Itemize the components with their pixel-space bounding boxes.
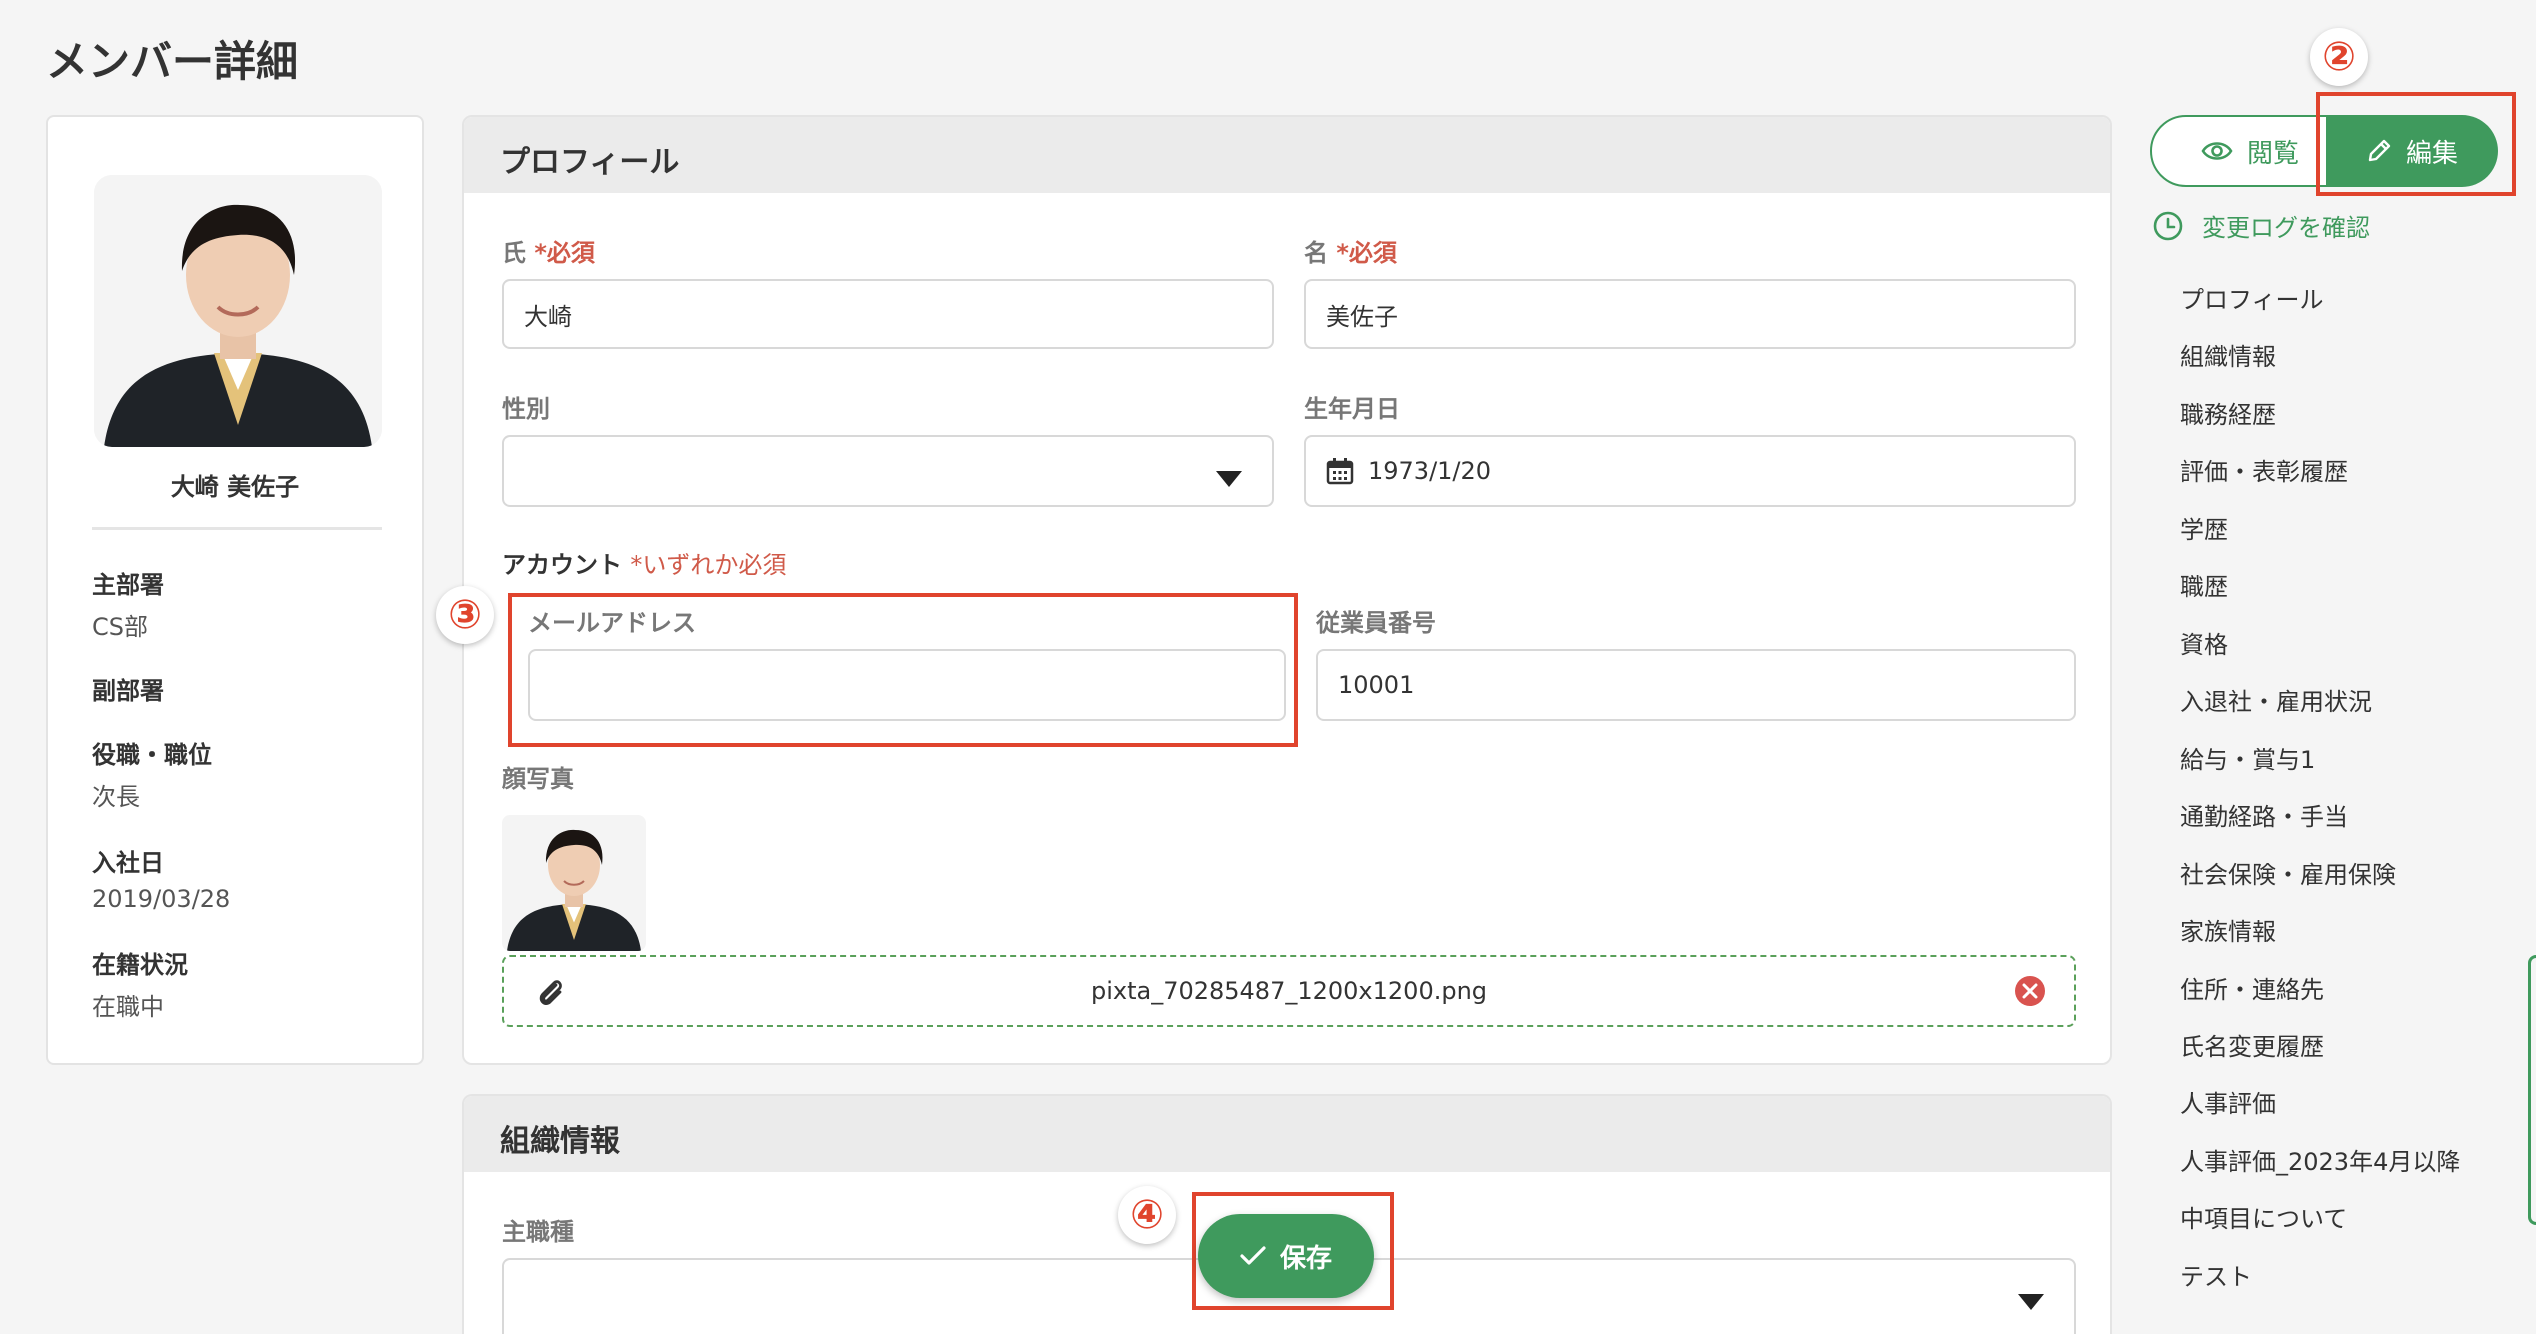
clock-icon [2152,210,2184,242]
annotation-badge-3: ③ [436,586,494,644]
join-date-value: 2019/03/28 [92,885,231,913]
nav-item-work-history[interactable]: 職歴 [2180,567,2228,602]
divider [92,527,382,530]
birthday-label: 生年月日 [1304,395,1400,423]
calendar-icon [1326,457,1354,485]
photo-filename: pixta_70285487_1200x1200.png [1090,977,1488,1005]
join-date-label: 入社日 [92,849,164,877]
nav-item-address[interactable]: 住所・連絡先 [2180,970,2324,1005]
remove-file-icon[interactable] [2014,975,2046,1011]
photo-thumbnail [502,815,646,951]
check-icon [1240,1246,1266,1266]
employment-status-value: 在職中 [92,993,164,1021]
last-name-value: 大崎 [524,302,572,331]
sub-department-label: 副部署 [92,677,164,705]
main-department-label: 主部署 [92,571,164,599]
nav-item-profile[interactable]: プロフィール [2180,280,2324,315]
gender-label: 性別 [502,395,550,423]
change-log-link[interactable]: 変更ログを確認 [2152,208,2370,243]
nav-item-hr-evaluation-2023[interactable]: 人事評価_2023年4月以降 [2180,1142,2460,1177]
profile-section: プロフィール 氏 *必須 大崎 名 *必須 美佐子 性別 生年月日 1973/1… [462,115,2112,1065]
nav-item-name-change[interactable]: 氏名変更履歴 [2180,1027,2324,1062]
employee-number-value: 10001 [1338,671,1415,699]
scroll-indicator[interactable] [2528,955,2536,1225]
last-name-label: 氏 *必須 [502,233,595,268]
organization-section-title: 組織情報 [500,1124,620,1159]
nav-item-insurance[interactable]: 社会保険・雇用保険 [2180,855,2396,890]
member-avatar [94,175,382,447]
first-name-label-text: 名 [1304,239,1328,267]
member-name: 大崎 美佐子 [170,473,300,501]
required-mark: *必須 [1336,239,1397,267]
nav-item-middle-items[interactable]: 中項目について [2180,1199,2347,1234]
main-job-label: 主職種 [502,1218,574,1246]
nav-item-qualifications[interactable]: 資格 [2180,625,2228,660]
employee-number-input[interactable]: 10001 [1316,649,2076,721]
eye-icon [2201,140,2233,162]
annotation-badge-2: ② [2310,28,2368,86]
page-title: メンバー詳細 [46,37,299,86]
first-name-value: 美佐子 [1326,302,1398,331]
photo-label: 顔写真 [502,765,574,793]
save-button[interactable]: 保存 [1198,1214,1374,1298]
employee-number-label: 従業員番号 [1316,609,1436,637]
first-name-input[interactable]: 美佐子 [1304,279,2076,349]
nav-item-test[interactable]: テスト [2180,1257,2252,1292]
employment-status-label: 在籍状況 [92,951,188,979]
profile-section-title: プロフィール [500,145,680,180]
nav-item-organization[interactable]: 組織情報 [2180,337,2276,372]
nav-item-hr-evaluation[interactable]: 人事評価 [2180,1084,2276,1119]
account-required-note: *いずれか必須 [630,551,787,579]
email-input[interactable] [528,649,1286,721]
position-label: 役職・職位 [92,741,212,769]
caret-down-icon [1216,465,1242,493]
view-label: 閲覧 [2246,138,2299,169]
nav-item-evaluation-awards[interactable]: 評価・表彰履歴 [2180,452,2348,487]
last-name-label-text: 氏 [502,239,526,267]
change-log-label: 変更ログを確認 [2202,214,2370,242]
email-label: メールアドレス [528,609,696,637]
save-label: 保存 [1279,1243,1332,1274]
annotation-badge-4: ④ [1118,1186,1176,1244]
annotation-box-2 [2316,92,2516,196]
organization-section-header: 組織情報 [464,1096,2110,1172]
first-name-label: 名 *必須 [1304,233,1397,268]
caret-down-icon [2018,1288,2044,1316]
required-mark: *必須 [534,239,595,267]
main-department-value: CS部 [92,613,148,641]
birthday-input[interactable]: 1973/1/20 [1304,435,2076,507]
birthday-value: 1973/1/20 [1368,457,1492,485]
gender-select[interactable] [502,435,1274,507]
nav-item-job-history[interactable]: 職務経歴 [2180,395,2276,430]
profile-section-header: プロフィール [464,117,2110,193]
nav-item-employment-status[interactable]: 入退社・雇用状況 [2180,682,2372,717]
nav-item-family[interactable]: 家族情報 [2180,912,2276,947]
nav-item-salary-bonus[interactable]: 給与・賞与1 [2180,740,2315,775]
nav-item-commute[interactable]: 通勤経路・手当 [2180,797,2348,832]
account-label-text: アカウント [502,551,622,579]
account-label: アカウント *いずれか必須 [502,545,786,580]
member-summary-card: 大崎 美佐子 主部署 CS部 副部署 役職・職位 次長 入社日 2019/03/… [46,115,424,1065]
last-name-input[interactable]: 大崎 [502,279,1274,349]
position-value: 次長 [92,783,140,811]
photo-file-row: pixta_70285487_1200x1200.png [502,955,2076,1027]
nav-item-education[interactable]: 学歴 [2180,510,2228,545]
